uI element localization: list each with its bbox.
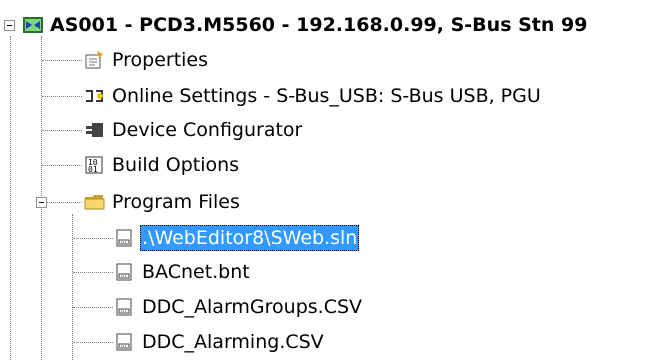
tree-node-file-alarming[interactable]: DDC_Alarming.CSV	[114, 327, 326, 357]
tree-node-online-settings[interactable]: Online Settings - S-Bus_USB: S-Bus USB, …	[84, 81, 543, 111]
tree-node-program-files[interactable]: Program Files	[84, 187, 242, 217]
file-icon	[114, 332, 134, 352]
tree-node-root[interactable]: AS001 - PCD3.M5560 - 192.168.0.99, S-Bus…	[22, 10, 589, 40]
tree-connector-program-files	[72, 214, 73, 360]
node-label: BACnet.bnt	[142, 261, 250, 283]
tree-node-file-bacnet[interactable]: BACnet.bnt	[114, 257, 252, 287]
file-icon	[114, 228, 134, 248]
tree-connector-h	[73, 238, 113, 239]
node-label: DDC_AlarmGroups.CSV	[142, 296, 363, 318]
tree-connector-h	[42, 165, 82, 166]
node-label: DDC_Alarming.CSV	[142, 331, 324, 353]
folder-icon	[84, 192, 105, 212]
svg-text:01: 01	[88, 165, 98, 174]
collapse-program-files-toggle[interactable]	[36, 197, 47, 208]
tree-connector-h	[47, 202, 82, 203]
project-tree: AS001 - PCD3.M5560 - 192.168.0.99, S-Bus…	[0, 0, 670, 360]
file-icon	[114, 297, 134, 317]
online-settings-icon	[84, 86, 104, 106]
tree-connector-h	[42, 96, 82, 97]
file-icon	[114, 262, 134, 282]
tree-node-build-options[interactable]: 10 01 Build Options	[84, 150, 241, 180]
node-label: Properties	[112, 49, 209, 71]
root-node-label: AS001 - PCD3.M5560 - 192.168.0.99, S-Bus…	[50, 14, 588, 36]
tree-connector-root-left	[10, 36, 11, 360]
tree-connector-h	[42, 60, 82, 61]
tree-node-properties[interactable]: Properties	[84, 45, 210, 75]
node-label: Build Options	[112, 154, 240, 176]
tree-connector-h	[73, 342, 113, 343]
node-label: Online Settings - S-Bus_USB: S-Bus USB, …	[112, 85, 541, 107]
node-label: Device Configurator	[112, 119, 303, 141]
tree-connector-h	[73, 307, 113, 308]
node-label: Program Files	[112, 191, 240, 213]
device-configurator-icon	[84, 120, 104, 140]
tree-node-file-alarmgroups[interactable]: DDC_AlarmGroups.CSV	[114, 292, 364, 322]
tree-node-device-configurator[interactable]: Device Configurator	[84, 115, 304, 145]
tree-connector-h	[42, 130, 82, 131]
device-station-icon	[22, 15, 43, 35]
properties-icon	[84, 50, 104, 70]
tree-connector-h	[73, 272, 113, 273]
tree-node-file-sweb[interactable]: .\WebEditor8\SWeb.sln	[114, 223, 360, 253]
collapse-root-toggle[interactable]	[4, 20, 15, 31]
build-options-icon: 10 01	[84, 155, 104, 175]
node-label: .\WebEditor8\SWeb.sln	[140, 225, 360, 251]
